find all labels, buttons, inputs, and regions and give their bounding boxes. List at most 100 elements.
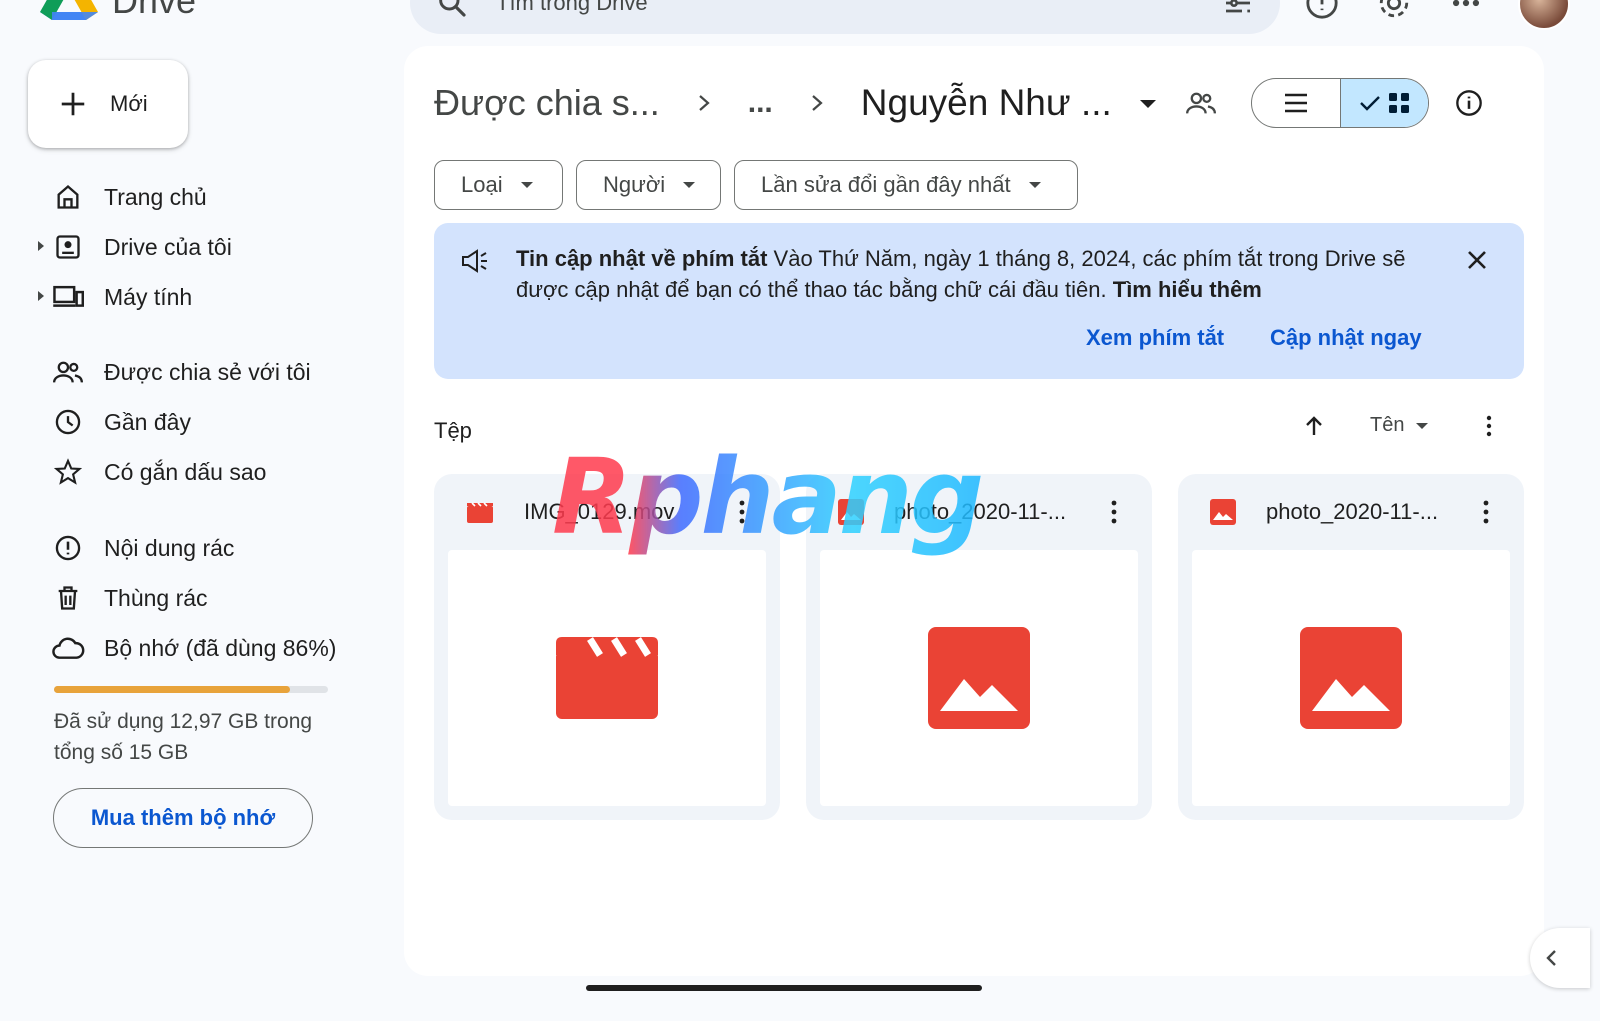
new-button-label: Mới [110,91,148,116]
file-card[interactable]: photo_2020-11-... [806,474,1152,820]
file-name: photo_2020-11-... [894,499,1067,524]
sidebar-item-label: Bộ nhớ (đã dùng 86%) [104,634,337,661]
help-icon[interactable] [1305,0,1339,20]
sidebar-item-computers[interactable]: Máy tính [34,272,374,322]
chevron-right-icon [699,95,710,111]
computer-icon [50,279,86,315]
list-view-button[interactable] [1252,79,1340,127]
search-bar[interactable]: Tìm trong Drive [410,0,1280,34]
spam-icon [50,530,86,566]
list-view-icon [1285,93,1307,113]
file-thumbnail[interactable] [448,550,766,806]
file-more-icon[interactable] [1472,499,1500,525]
sidebar-item-label: Gần đây [104,408,191,435]
search-options-icon[interactable] [1222,0,1254,19]
file-name: IMG_0129.mov [524,499,675,524]
new-button[interactable]: Mới [28,60,188,148]
folder-menu-caret-icon[interactable] [1139,98,1157,110]
breadcrumb-current[interactable]: Nguyễn Như ... [861,82,1112,124]
banner-learn-more-link[interactable]: Tìm hiểu thêm [1113,277,1262,302]
sort-by-button[interactable]: Tên [1370,414,1429,437]
sidebar-item-shared[interactable]: Được chia sẻ với tôi [34,347,374,397]
cloud-icon [50,630,86,666]
dropdown-arrow-icon [683,182,696,188]
sidebar-item-label: Được chia sẻ với tôi [104,358,311,385]
video-file-icon [467,502,493,523]
filter-type-label: Loại [461,172,503,197]
storage-bar-fill [54,686,290,693]
grid-view-button[interactable] [1340,79,1428,127]
drive-logo[interactable]: Drive [40,0,196,20]
expand-arrow-icon[interactable] [38,291,44,301]
home-indicator [586,985,982,991]
banner-message: Tin cập nhật về phím tắt Vào Thứ Năm, ng… [516,243,1436,305]
search-icon[interactable] [436,0,468,19]
buy-storage-button[interactable]: Mua thêm bộ nhớ [53,788,313,848]
app-name: Drive [112,0,197,21]
image-icon [1300,627,1402,729]
check-icon [1359,96,1380,111]
view-toggle [1251,78,1429,128]
top-actions [1305,0,1483,20]
breadcrumb-ellipsis[interactable]: ... [748,86,773,120]
announcement-icon [462,249,487,273]
video-icon [556,637,658,719]
sidebar-item-my-drive[interactable]: Drive của tôi [34,222,374,272]
sidebar-item-storage[interactable]: Bộ nhớ (đã dùng 86%) [34,623,374,673]
close-icon[interactable] [1466,249,1488,271]
search-input[interactable]: Tìm trong Drive [496,0,1194,16]
storage-bar [54,686,328,693]
view-shortcuts-button[interactable]: Xem phím tắt [1086,325,1224,351]
chevron-left-icon [1546,950,1556,966]
grid-view-icon [1388,93,1409,113]
image-icon [928,627,1030,729]
sidebar-secondary: Được chia sẻ với tôi Gần đây Có gắn dấu … [34,347,374,497]
clock-icon [50,404,86,440]
sidebar-item-trash[interactable]: Thùng rác [34,573,374,623]
info-icon[interactable] [1455,89,1483,117]
sidebar-item-starred[interactable]: Có gắn dấu sao [34,447,374,497]
dropdown-arrow-icon [1028,182,1041,188]
sidebar-item-recent[interactable]: Gần đây [34,397,374,447]
share-people-icon[interactable] [1186,90,1216,116]
more-vert-icon[interactable] [1477,414,1501,438]
filter-modified-chip[interactable]: Lần sửa đổi gần đây nhất [734,160,1078,210]
sidebar-item-label: Trang chủ [104,183,207,210]
avatar[interactable] [1518,0,1570,30]
star-icon [50,454,86,490]
file-thumbnail[interactable] [1192,550,1510,806]
settings-icon[interactable] [1377,0,1411,20]
shared-icon [50,354,86,390]
sidebar-item-spam[interactable]: Nội dung rác [34,523,374,573]
breadcrumb: Được chia s... ... Nguyễn Như ... [434,80,1112,126]
more-icon[interactable] [1449,0,1483,20]
expand-arrow-icon[interactable] [38,241,44,251]
banner-title: Tin cập nhật về phím tắt [516,246,768,271]
filter-type-chip[interactable]: Loại [434,160,563,210]
file-name: photo_2020-11-... [1266,499,1439,524]
sidebar-item-label: Máy tính [104,283,193,310]
filter-people-label: Người [603,172,666,197]
file-thumbnail[interactable] [820,550,1138,806]
sidebar-item-label: Drive của tôi [104,233,232,260]
arrow-up-icon[interactable] [1302,414,1326,438]
file-more-icon[interactable] [728,499,756,525]
plus-icon [61,92,85,116]
breadcrumb-root[interactable]: Được chia s... [434,82,660,124]
filter-people-chip[interactable]: Người [576,160,721,210]
sidebar-primary: Trang chủ Drive của tôi Máy tính [34,172,374,322]
file-card[interactable]: IMG_0129.mov [434,474,780,820]
sidebar-item-label: Nội dung rác [104,534,235,561]
sidebar-tertiary: Nội dung rác Thùng rác Bộ nhớ (đã dùng 8… [34,523,374,673]
home-icon [50,179,86,215]
chevron-right-icon [812,95,823,111]
storage-usage-text: Đã sử dụng 12,97 GB trong tổng số 15 GB [54,710,313,764]
update-now-button[interactable]: Cập nhật ngay [1270,325,1422,351]
files-section-label: Tệp [434,418,472,443]
file-more-icon[interactable] [1100,499,1128,525]
side-panel-toggle[interactable] [1530,928,1590,988]
file-card[interactable]: photo_2020-11-... [1178,474,1524,820]
sidebar-item-home[interactable]: Trang chủ [34,172,374,222]
filter-modified-label: Lần sửa đổi gần đây nhất [761,172,1011,197]
sort-by-label: Tên [1370,414,1405,436]
